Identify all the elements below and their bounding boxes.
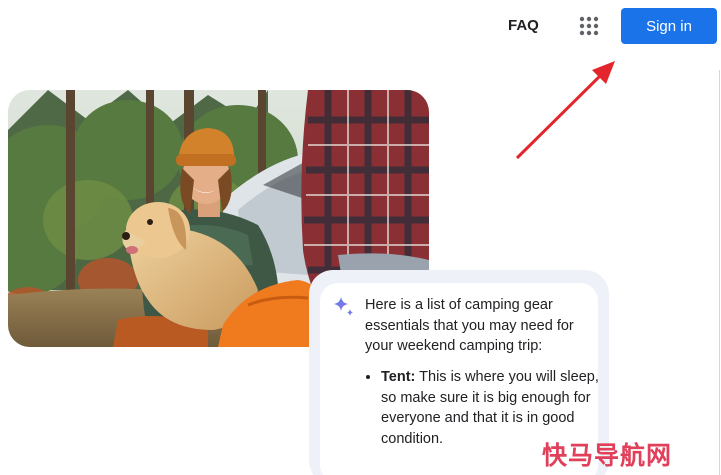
chat-intro-text: Here is a list of camping gear essential… <box>365 297 574 354</box>
apps-grid-icon[interactable] <box>578 15 600 37</box>
list-item-term: Tent: <box>381 369 416 385</box>
sparkle-icon <box>332 295 356 319</box>
watermark-text: 快马导航网 <box>542 441 673 470</box>
faq-link[interactable]: FAQ <box>508 15 539 37</box>
scrollbar-edge <box>719 70 720 475</box>
landing-page: FAQ Sign in Here is a list of camping ge… <box>0 0 721 475</box>
sign-in-button[interactable]: Sign in <box>621 8 717 44</box>
